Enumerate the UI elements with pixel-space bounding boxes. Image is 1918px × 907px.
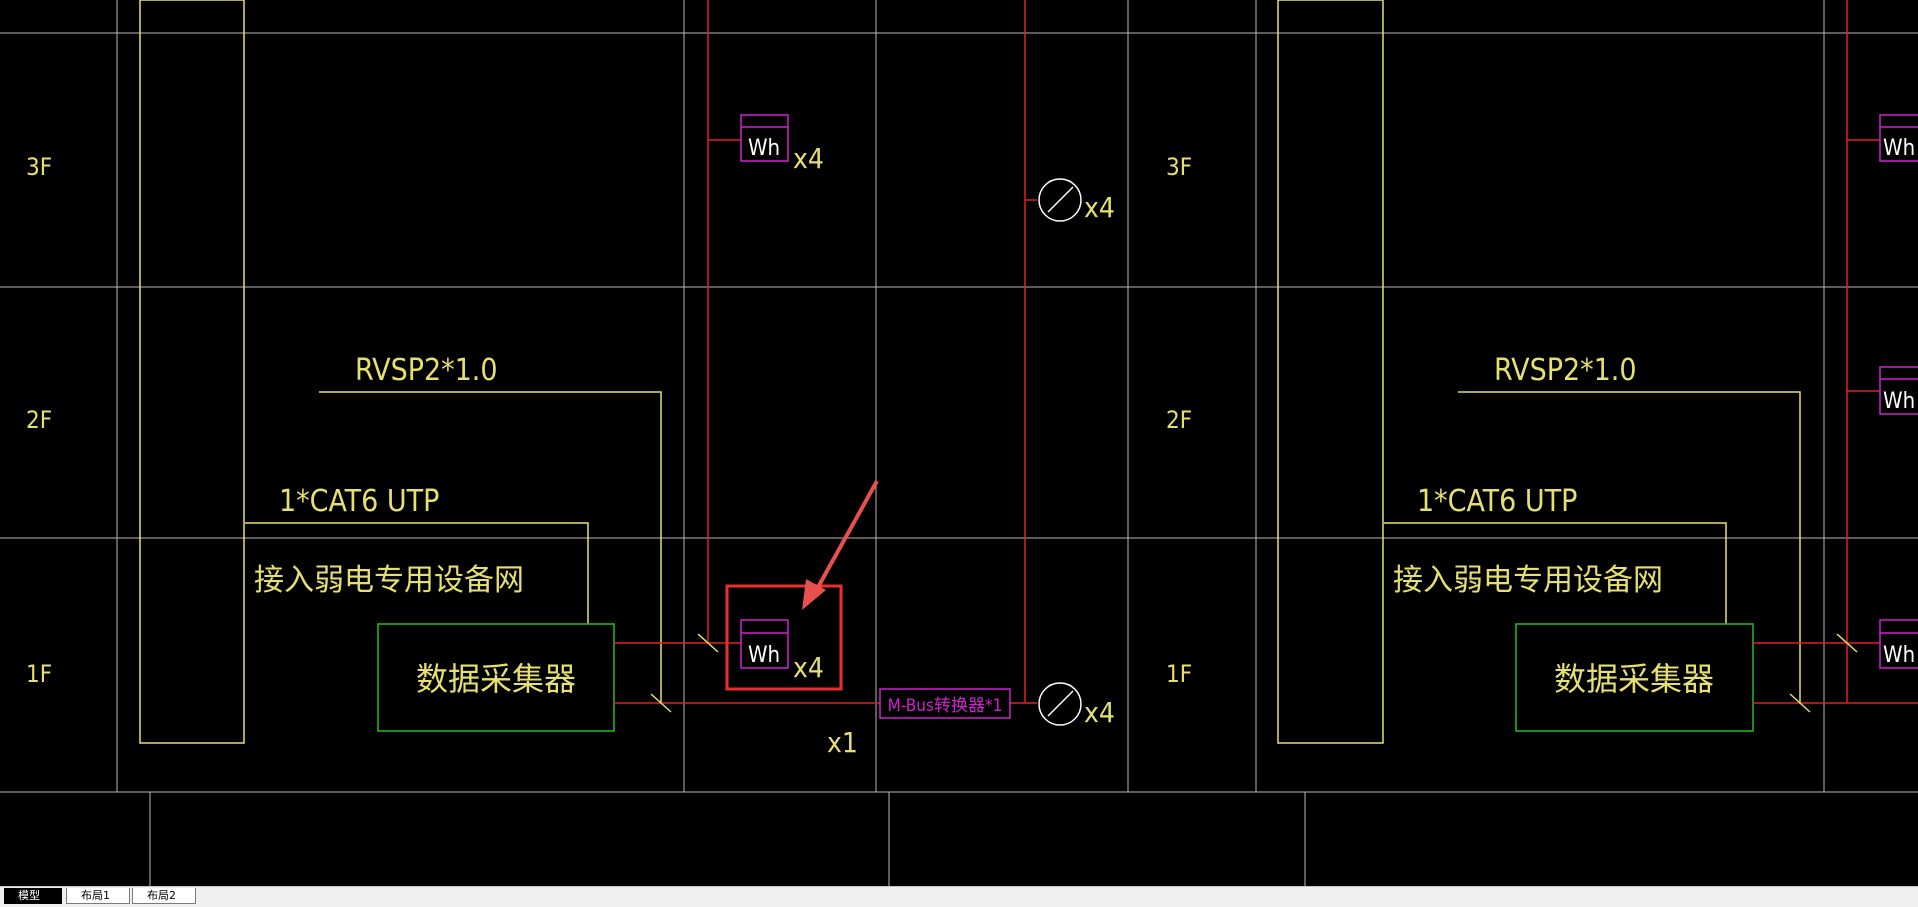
layout-tab-bar: 模型 布局1 布局2 xyxy=(0,886,1918,907)
rvsp-cable-label: RVSP2*1.0 xyxy=(1494,353,1637,388)
cad-drawing-canvas[interactable]: 3F 2F 1F 3F 2F 1F RVSP2*1.0 1*CAT6 UTP 接… xyxy=(0,0,1918,886)
floor-label-3f: 3F xyxy=(1166,153,1192,181)
data-collector-label: 数据采集器 xyxy=(416,660,576,698)
floor-label-2f: 2F xyxy=(26,406,52,434)
meter-symbol: Wh xyxy=(1883,136,1915,161)
floor-label-1f: 1F xyxy=(26,660,52,688)
canvas-background xyxy=(0,0,1918,886)
meter-count: x4 xyxy=(793,651,824,684)
gauge-count: x4 xyxy=(1084,696,1115,729)
network-label: 接入弱电专用设备网 xyxy=(254,563,524,598)
floor-label-2f: 2F xyxy=(1166,406,1192,434)
tab-layout1[interactable]: 布局1 xyxy=(66,888,130,904)
gauge-count: x4 xyxy=(1084,191,1115,224)
floor-label-3f: 3F xyxy=(26,153,52,181)
rvsp-cable-label: RVSP2*1.0 xyxy=(355,353,498,388)
converter-count: x1 xyxy=(827,726,858,759)
data-collector-label: 数据采集器 xyxy=(1554,660,1714,698)
converter-label: M-Bus转换器*1 xyxy=(888,696,1003,716)
network-label: 接入弱电专用设备网 xyxy=(1393,563,1663,598)
meter-symbol: Wh xyxy=(1883,643,1915,668)
cat6-cable-label: 1*CAT6 UTP xyxy=(1417,484,1577,519)
meter-symbol: Wh xyxy=(1883,389,1915,414)
meter-symbol: Wh xyxy=(748,643,780,668)
meter-count: x4 xyxy=(793,142,824,175)
tab-layout2[interactable]: 布局2 xyxy=(132,888,196,904)
tab-model[interactable]: 模型 xyxy=(4,888,62,904)
cat6-cable-label: 1*CAT6 UTP xyxy=(279,484,439,519)
meter-symbol: Wh xyxy=(748,136,780,161)
floor-label-1f: 1F xyxy=(1166,660,1192,688)
